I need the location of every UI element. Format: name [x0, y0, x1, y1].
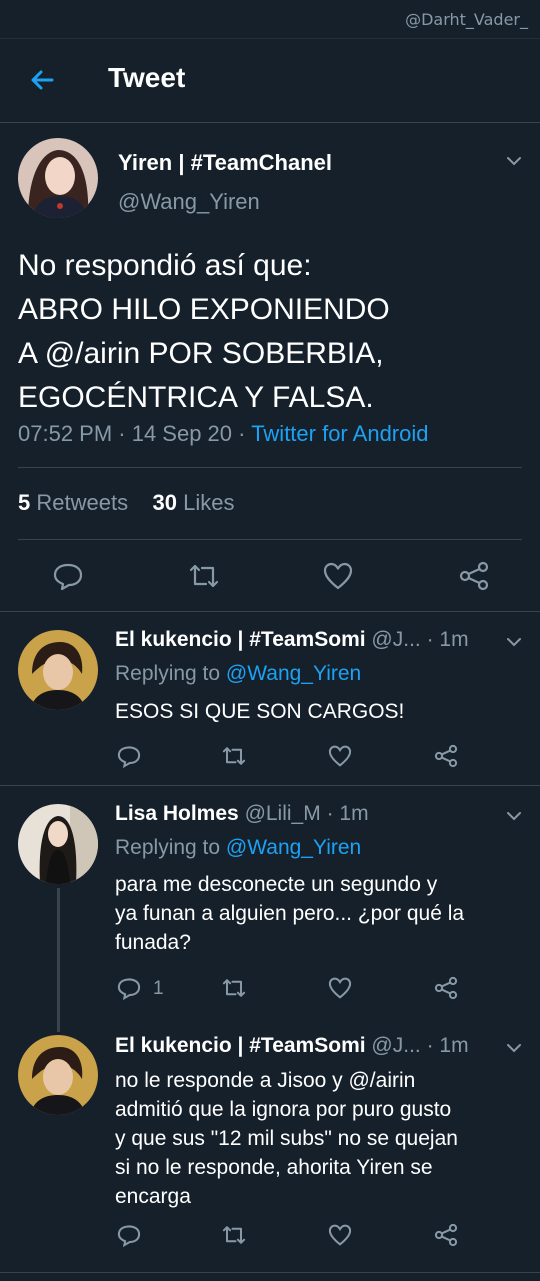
- main-tweet-text: No respondió así que: ABRO HILO EXPONIEN…: [18, 244, 518, 420]
- avatar-reply-2[interactable]: [18, 804, 98, 884]
- likes-count: 30: [152, 490, 178, 515]
- retweets-label: Retweets: [36, 490, 129, 515]
- reply-1-header: El kukencio | #TeamSomi @J... · 1m: [115, 628, 500, 652]
- reply-icon[interactable]: [50, 558, 86, 594]
- share-icon[interactable]: [432, 1221, 460, 1249]
- reply-3-text: no le responde a Jisoo y @/airin admitió…: [115, 1066, 525, 1211]
- replying-to-link[interactable]: @Wang_Yiren: [226, 662, 361, 685]
- replying-to-prefix: Replying to: [115, 662, 226, 685]
- reply-author-handle[interactable]: @Lili_M: [245, 802, 321, 825]
- reply-author-name[interactable]: El kukencio | #TeamSomi: [115, 628, 366, 651]
- watermark: @Darht_Vader_: [405, 10, 528, 29]
- likes-label: Likes: [183, 490, 235, 515]
- avatar-reply-1[interactable]: [18, 630, 98, 710]
- share-icon[interactable]: [432, 742, 460, 770]
- share-icon[interactable]: [432, 974, 460, 1002]
- reply-icon[interactable]: [115, 742, 143, 770]
- retweet-icon[interactable]: [186, 558, 222, 594]
- main-tweet-line: EGOCÉNTRICA Y FALSA.: [18, 381, 374, 414]
- heart-icon[interactable]: [326, 1221, 354, 1249]
- reply-count: 1: [153, 978, 164, 999]
- heart-icon[interactable]: [326, 974, 354, 1002]
- retweets-stat[interactable]: 5 Retweets: [18, 490, 128, 515]
- avatar-main[interactable]: [18, 138, 98, 218]
- chevron-down-icon[interactable]: [504, 1038, 524, 1058]
- replying-to: Replying to @Wang_Yiren: [115, 836, 361, 860]
- tweet-source-link[interactable]: Twitter for Android: [251, 421, 428, 446]
- reply-author-name[interactable]: Lisa Holmes: [115, 802, 239, 825]
- thread-line: [57, 888, 60, 1032]
- avatar-reply-3[interactable]: [18, 1035, 98, 1115]
- share-icon[interactable]: [456, 558, 492, 594]
- reply-text-line: no le responde a Jisoo y @/airin: [115, 1069, 416, 1092]
- page-title: Tweet: [108, 62, 186, 93]
- reply-2-text: para me desconecte un segundo y ya funan…: [115, 870, 525, 957]
- reply-text-line: para me desconecte un segundo y: [115, 873, 438, 896]
- retweets-count: 5: [18, 490, 31, 515]
- reply-icon[interactable]: [115, 1221, 143, 1249]
- avatar-image: [18, 804, 98, 884]
- main-author-handle[interactable]: @Wang_Yiren: [118, 189, 260, 215]
- reply-time: · 1m: [326, 802, 369, 825]
- main-tweet-line: ABRO HILO EXPONIENDO: [18, 293, 390, 326]
- heart-icon[interactable]: [326, 742, 354, 770]
- chevron-down-icon[interactable]: [504, 806, 524, 826]
- reply-2-header: Lisa Holmes @Lili_M · 1m: [115, 802, 500, 826]
- reply-icon[interactable]: [115, 974, 143, 1002]
- main-author-name[interactable]: Yiren | #TeamChanel: [118, 150, 332, 176]
- main-tweet-divider: [0, 611, 540, 612]
- header-divider: [0, 122, 540, 123]
- reply-3-divider: [0, 1272, 540, 1273]
- stats-divider-bottom: [18, 539, 522, 540]
- reply-text-line: si no le responde, ahorita Yiren se: [115, 1156, 433, 1179]
- reply-author-handle[interactable]: @J...: [371, 628, 420, 651]
- reply-1-divider: [0, 785, 540, 786]
- reply-text-line: y que sus "12 mil subs" no se quejan: [115, 1127, 458, 1150]
- retweet-icon[interactable]: [220, 1221, 248, 1249]
- tweet-stats: 5 Retweets 30 Likes: [18, 490, 235, 516]
- reply-author-name[interactable]: El kukencio | #TeamSomi: [115, 1034, 366, 1057]
- likes-stat[interactable]: 30 Likes: [153, 490, 235, 515]
- replying-to: Replying to @Wang_Yiren: [115, 662, 361, 686]
- tweet-meta: 07:52 PM · 14 Sep 20 · Twitter for Andro…: [18, 421, 429, 447]
- main-tweet-line: No respondió así que:: [18, 249, 312, 282]
- reply-text-line: ya funan a alguien pero... ¿por qué la: [115, 902, 465, 925]
- reply-text-line: funada?: [115, 931, 191, 954]
- reply-author-handle[interactable]: @J...: [371, 1034, 420, 1057]
- replying-to-link[interactable]: @Wang_Yiren: [226, 836, 361, 859]
- chevron-down-icon[interactable]: [504, 632, 524, 652]
- header: [0, 39, 540, 123]
- stats-divider-top: [18, 467, 522, 468]
- reply-text-line: encarga: [115, 1185, 191, 1208]
- reply-3-header: El kukencio | #TeamSomi @J... · 1m: [115, 1034, 500, 1058]
- main-tweet-line: A @/airin POR SOBERBIA,: [18, 337, 384, 370]
- reply-text-line: admitió que la ignora por puro gusto: [115, 1098, 452, 1121]
- replying-to-prefix: Replying to: [115, 836, 226, 859]
- avatar-image: [18, 630, 98, 710]
- heart-icon[interactable]: [320, 558, 356, 594]
- arrow-left-icon[interactable]: [26, 64, 58, 96]
- retweet-icon[interactable]: [220, 742, 248, 770]
- reply-time: · 1m: [426, 1034, 469, 1057]
- tweet-timestamp: 07:52 PM · 14 Sep 20 ·: [18, 421, 252, 446]
- avatar-image: [18, 138, 98, 218]
- chevron-down-icon[interactable]: [504, 151, 524, 171]
- avatar-image: [18, 1035, 98, 1115]
- retweet-icon[interactable]: [220, 974, 248, 1002]
- reply-1-text: ESOS SI QUE SON CARGOS!: [115, 700, 405, 723]
- reply-time: · 1m: [426, 628, 469, 651]
